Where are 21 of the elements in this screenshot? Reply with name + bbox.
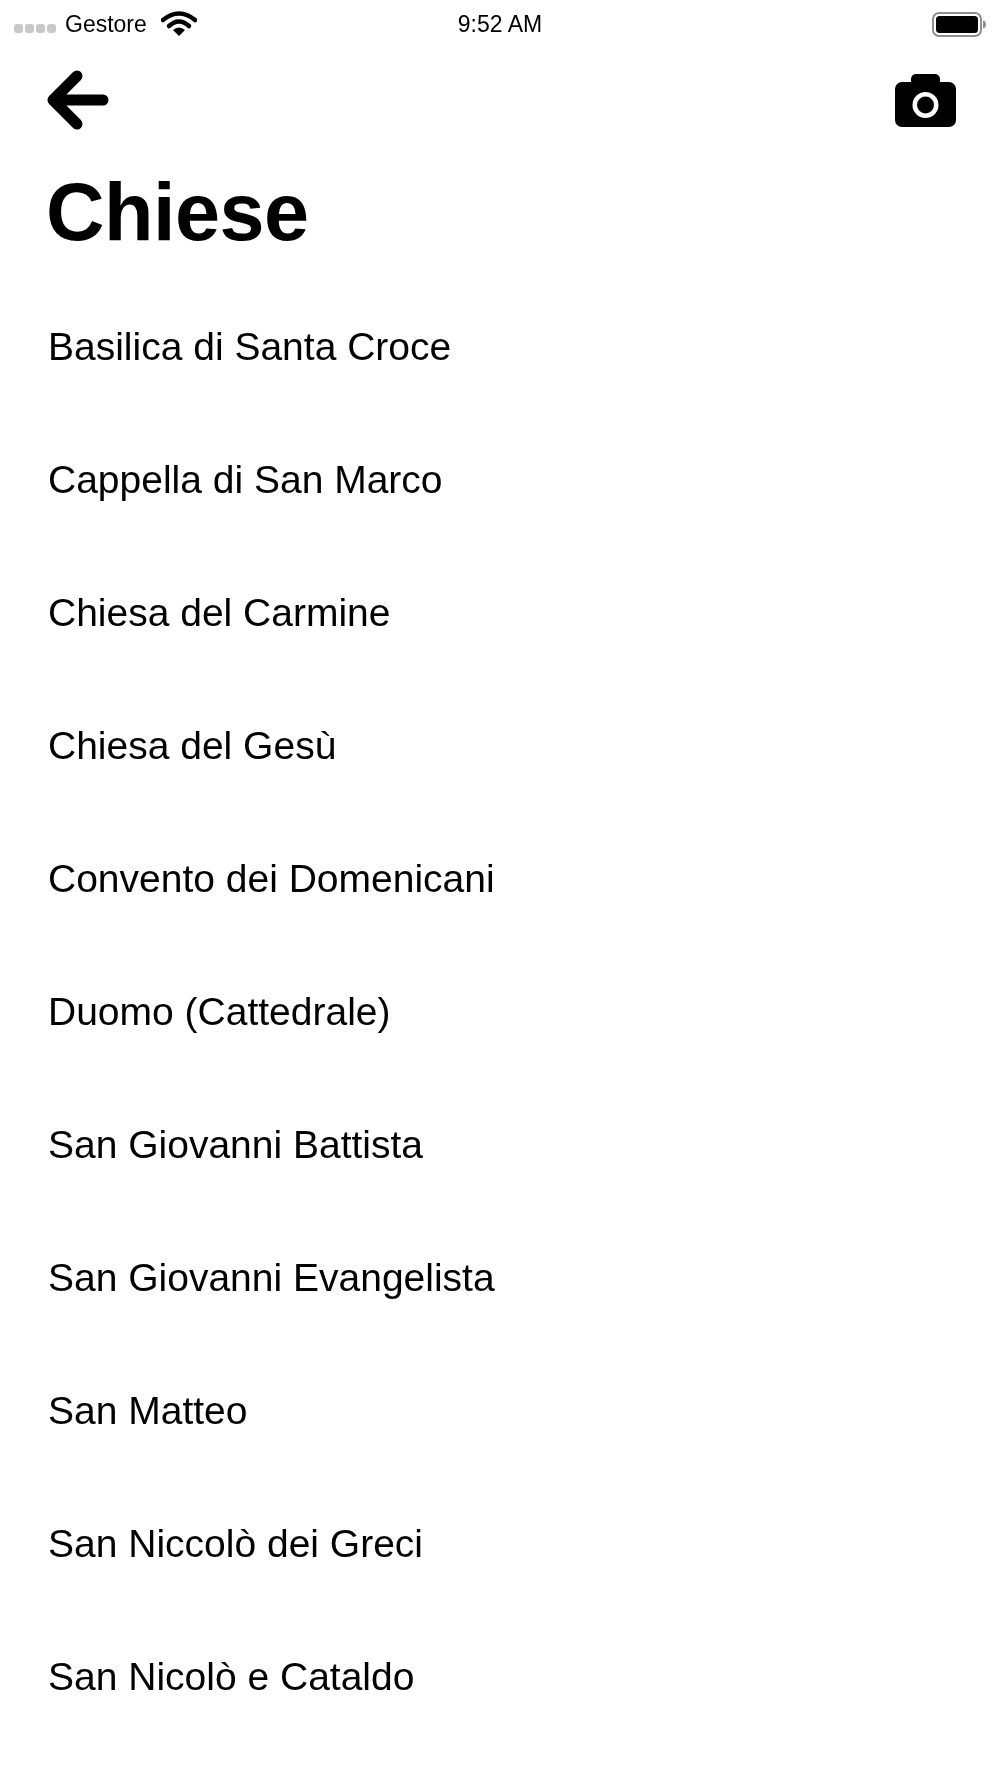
list-item[interactable]: Chiesa del Carmine <box>48 593 391 632</box>
list-item[interactable]: San Giovanni Battista <box>48 1125 424 1164</box>
list-item[interactable]: San Nicolò e Cataldo <box>48 1657 415 1696</box>
back-button[interactable] <box>47 69 109 131</box>
camera-icon <box>895 73 956 127</box>
list-item[interactable]: Duomo (Cattedrale) <box>48 992 391 1031</box>
camera-button[interactable] <box>895 73 956 127</box>
page-title: Chiese <box>46 172 309 253</box>
wifi-icon <box>160 11 197 37</box>
list-item[interactable]: San Niccolò dei Greci <box>48 1524 423 1563</box>
signal-icon <box>14 23 56 33</box>
list-item[interactable]: Convento dei Domenicani <box>48 859 495 898</box>
status-time: 9:52 AM <box>457 12 543 36</box>
list-item[interactable]: San Giovanni Evangelista <box>48 1258 495 1297</box>
battery-icon <box>932 11 986 37</box>
list-item[interactable]: Chiesa del Gesù <box>48 726 337 765</box>
carrier-name: Gestore <box>65 12 147 36</box>
list-item[interactable]: Cappella di San Marco <box>48 460 443 499</box>
list-item[interactable]: Basilica di Santa Croce <box>48 327 452 366</box>
list-item[interactable]: San Matteo <box>48 1391 248 1430</box>
back-arrow-icon <box>47 69 109 131</box>
